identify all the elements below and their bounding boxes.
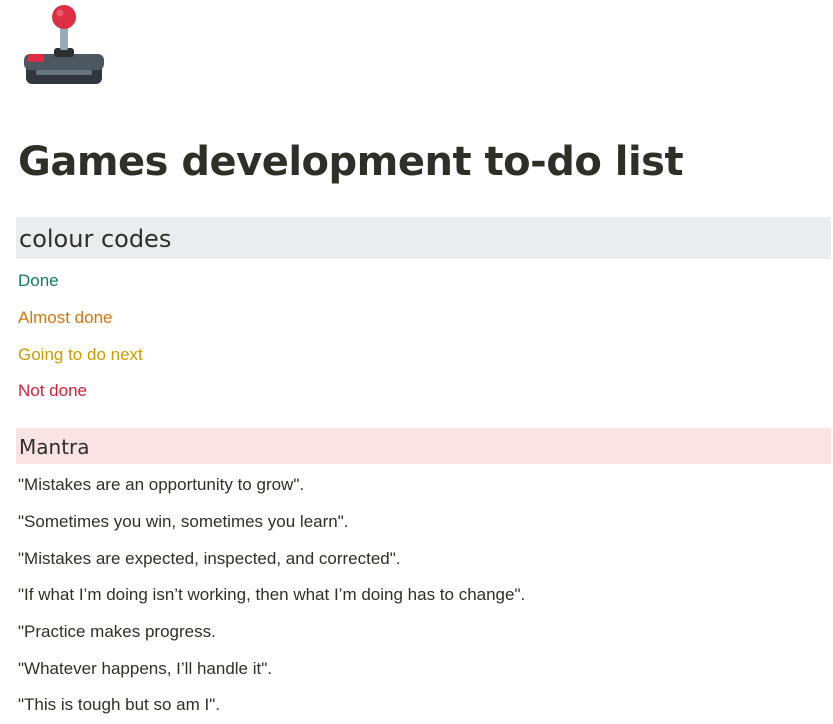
colour-codes-heading: colour codes	[16, 217, 831, 259]
mantra-line: "This is tough but so am I".	[18, 695, 220, 714]
mantra-line: "Mistakes are expected, inspected, and c…	[18, 549, 401, 568]
colour-code-almost-done: Almost done	[18, 308, 113, 327]
colour-code-done: Done	[18, 271, 59, 290]
mantra-line: "Whatever happens, I’ll handle it".	[18, 659, 272, 678]
mantra-line: "If what I’m doing isn’t working, then w…	[18, 585, 526, 604]
page: Games development to-do list colour code…	[0, 0, 833, 724]
colour-code-not-done: Not done	[18, 381, 87, 400]
joystick-icon[interactable]	[22, 4, 106, 88]
mantra-heading: Mantra	[16, 428, 831, 464]
mantra-line: "Mistakes are an opportunity to grow".	[18, 475, 305, 494]
mantra-line: "Sometimes you win, sometimes you learn"…	[18, 512, 349, 531]
colour-code-going-to-do-next: Going to do next	[18, 345, 143, 364]
page-title: Games development to-do list	[18, 139, 684, 185]
mantra-line: "Practice makes progress.	[18, 622, 216, 641]
